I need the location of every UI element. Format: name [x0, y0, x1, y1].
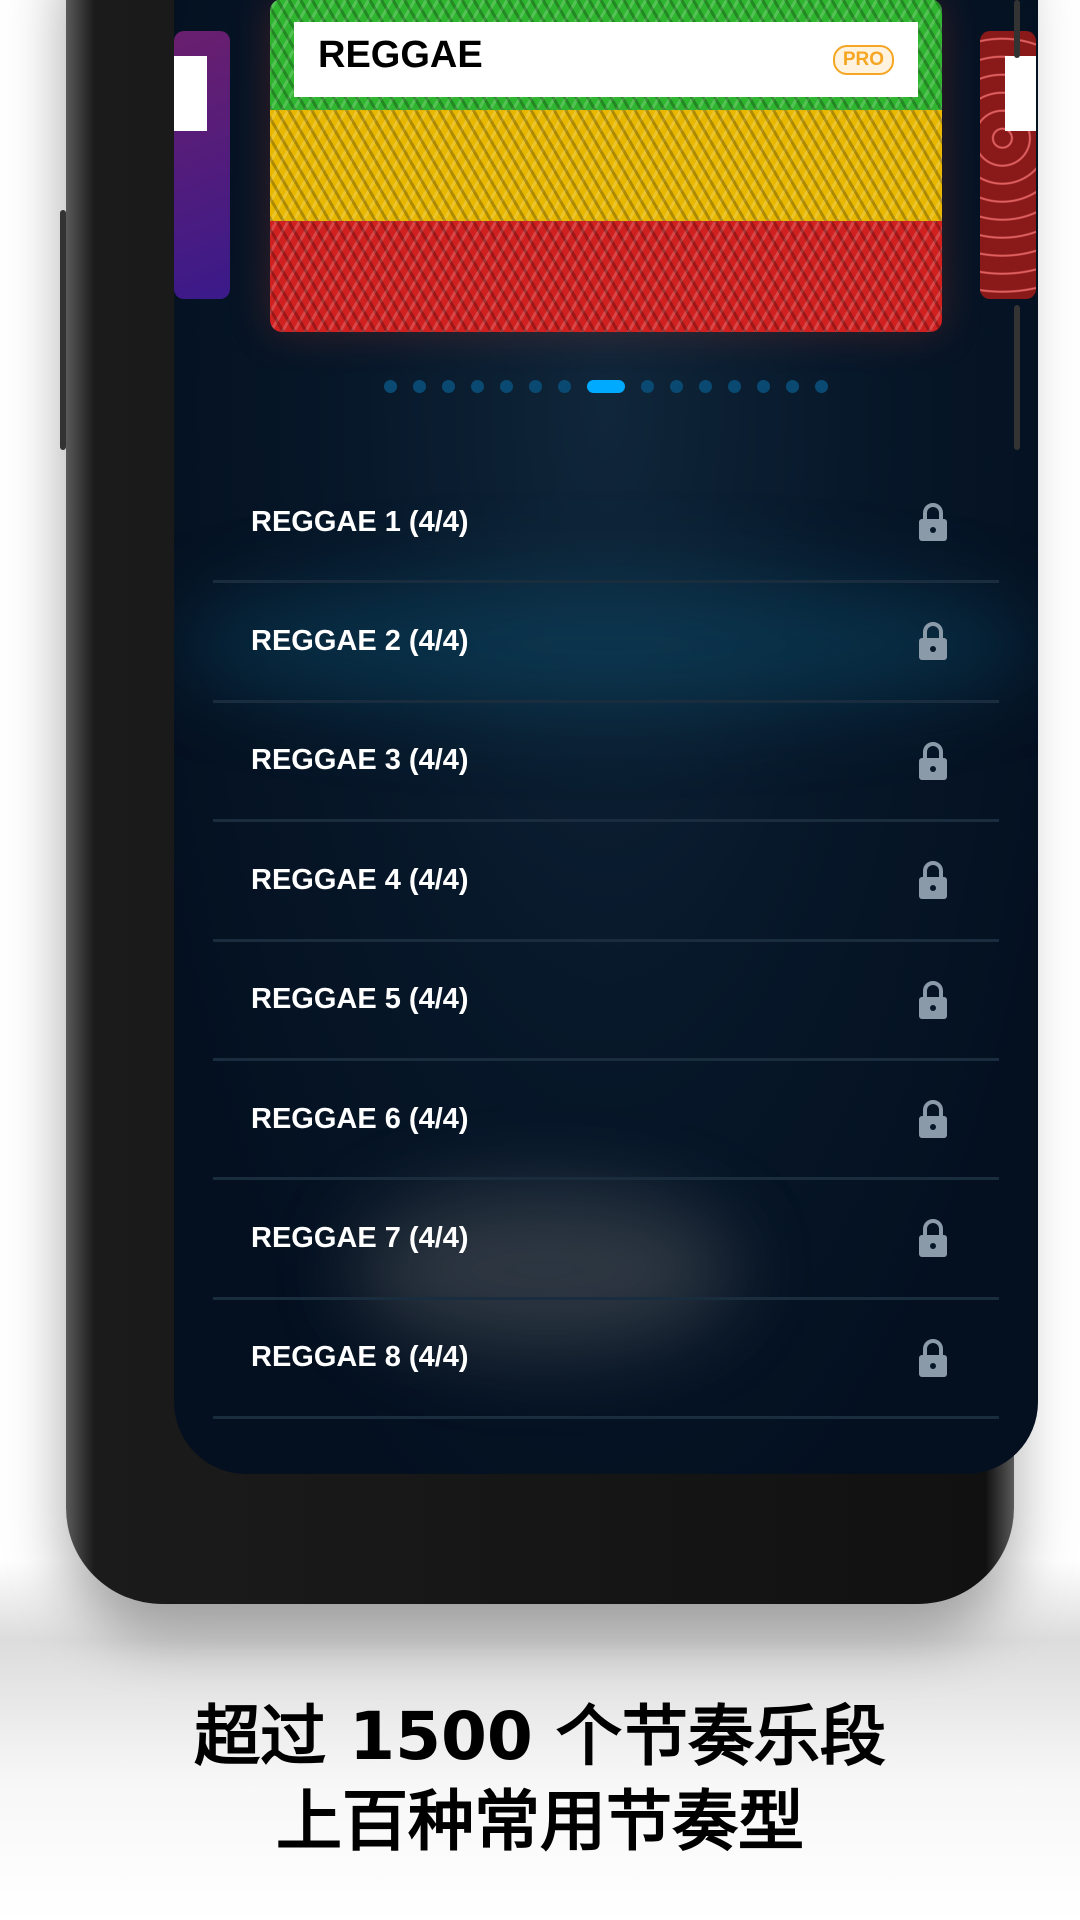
phone-frame: REGGAE PRO REGGAE 1 (4/4) REGGAE 2 (4/4) R…	[66, 0, 1038, 1604]
page-dot[interactable]	[413, 380, 426, 393]
rhythm-list-item[interactable]: REGGAE 1 (4/4)	[213, 464, 999, 584]
lock-icon	[919, 741, 947, 780]
rhythm-list-item[interactable]: REGGAE 2 (4/4)	[213, 583, 999, 703]
page-dot[interactable]	[558, 380, 571, 393]
style-card-reggae[interactable]: REGGAE PRO	[270, 0, 942, 332]
page-dot[interactable]	[500, 380, 513, 393]
rhythm-list-item[interactable]: REGGAE 3 (4/4)	[213, 703, 999, 823]
page-dot[interactable]	[757, 380, 770, 393]
volume-button	[60, 210, 66, 450]
rhythm-list-item[interactable]: REGGAE 5 (4/4)	[213, 942, 999, 1061]
caption-line-2: 上百种常用节奏型	[276, 1783, 804, 1860]
lock-icon	[919, 980, 947, 1019]
rhythm-label: REGGAE 2 (4/4)	[251, 625, 469, 658]
rhythm-label: REGGAE 3 (4/4)	[251, 744, 469, 777]
rhythm-label: REGGAE 8 (4/4)	[251, 1341, 469, 1374]
card-title: REGGAE	[318, 34, 483, 76]
rhythm-label: REGGAE 4 (4/4)	[251, 863, 469, 896]
next-style-card[interactable]	[980, 31, 1036, 299]
rhythm-label: REGGAE 1 (4/4)	[251, 505, 469, 538]
page-dot[interactable]	[815, 380, 828, 393]
lock-icon	[919, 622, 947, 661]
page-dot[interactable]	[641, 380, 654, 393]
side-button	[1014, 305, 1020, 450]
pro-badge: PRO	[832, 45, 894, 75]
carousel-pagination[interactable]	[174, 380, 1038, 393]
rhythm-list: REGGAE 1 (4/4) REGGAE 2 (4/4) REGGAE 3 (4/…	[213, 464, 999, 1420]
page-dot-active[interactable]	[587, 380, 625, 393]
prev-style-card[interactable]	[174, 31, 230, 299]
rhythm-label: REGGAE 5 (4/4)	[251, 983, 469, 1016]
lock-icon	[919, 1338, 947, 1377]
lock-icon	[919, 1219, 947, 1258]
card-header: REGGAE PRO	[294, 22, 918, 97]
page-dot[interactable]	[670, 380, 683, 393]
red-band	[270, 221, 942, 332]
rhythm-list-item[interactable]: REGGAE 6 (4/4)	[213, 1061, 999, 1181]
lock-icon	[919, 503, 947, 541]
rhythm-list-item[interactable]: REGGAE 8 (4/4)	[213, 1300, 999, 1420]
yellow-band	[270, 110, 942, 221]
rhythm-label: REGGAE 6 (4/4)	[251, 1102, 469, 1135]
page-dot[interactable]	[529, 380, 542, 393]
rhythm-list-item[interactable]: REGGAE 4 (4/4)	[213, 822, 999, 942]
page-dot[interactable]	[786, 380, 799, 393]
page-dot[interactable]	[384, 380, 397, 393]
page-dot[interactable]	[728, 380, 741, 393]
app-screen: REGGAE PRO REGGAE 1 (4/4) REGGAE 2 (4/4) R…	[174, 0, 1038, 1474]
rhythm-label: REGGAE 7 (4/4)	[251, 1222, 469, 1255]
page-dot[interactable]	[471, 380, 484, 393]
page-dot[interactable]	[699, 380, 712, 393]
lock-icon	[919, 861, 947, 900]
caption-line-1: 超过 1500 个节奏乐段	[194, 1698, 886, 1775]
lock-icon	[919, 1100, 947, 1138]
rhythm-list-item[interactable]: REGGAE 7 (4/4)	[213, 1180, 999, 1300]
page-dot[interactable]	[442, 380, 455, 393]
power-button	[1014, 0, 1020, 58]
